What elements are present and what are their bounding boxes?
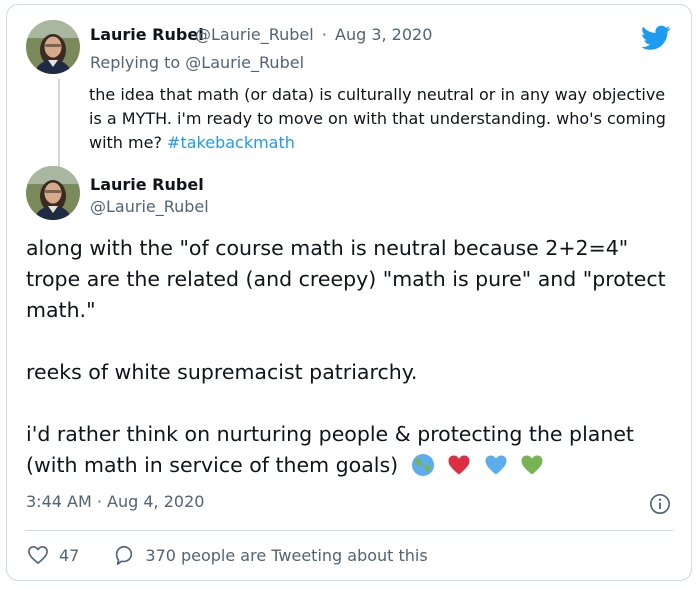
tweet-line [26,388,676,419]
quoted-author-name[interactable]: Laurie Rubel [90,25,204,44]
replying-to-handle[interactable]: @Laurie_Rubel [185,53,304,72]
author-handle[interactable]: @Laurie_Rubel [90,197,209,216]
quoted-author-meta: @Laurie_Rubel · Aug 3, 2020 [195,25,432,44]
avatar-photo [26,166,80,220]
tweet-actions: 47 370 people are Tweeting about this [27,544,428,566]
avatar-photo [26,20,80,74]
replying-to: Replying to @Laurie_Rubel [90,53,304,72]
tweet-line [26,326,676,357]
avatar[interactable] [26,166,80,220]
twitter-bird-icon[interactable] [641,25,671,51]
quoted-tweet-text: the idea that math (or data) is cultural… [89,83,679,155]
like-count: 47 [59,545,80,565]
speech-bubble-icon [116,545,133,565]
tweet-line: (with math in service of them goals) [26,453,399,477]
tweet-line-with-emojis: (with math in service of them goals) [26,450,676,481]
separator: · [321,25,327,44]
tweet-timestamp[interactable]: 3:44 AM · Aug 4, 2020 [26,492,204,511]
tweet-line: math." [26,298,96,322]
thread-connector-line [58,79,60,167]
divider [25,530,673,531]
tweet-line: reeks of white supremacist patriarchy. [26,360,418,384]
tweet-card: Laurie Rubel @Laurie_Rubel · Aug 3, 2020… [6,4,692,581]
tweet-line: i'd rather think on nurturing people & p… [26,422,634,446]
conversation-button[interactable]: 370 people are Tweeting about this [113,544,428,566]
info-icon[interactable] [649,493,671,515]
author-name[interactable]: Laurie Rubel [90,175,204,194]
heart-outline-icon [28,546,48,564]
replying-to-label: Replying to [90,53,181,72]
tweet-line: along with the "of course math is neutra… [26,236,629,260]
tweet-text: along with the "of course math is neutra… [26,233,676,481]
quoted-date[interactable]: Aug 3, 2020 [335,25,432,44]
red-heart-icon [448,455,470,475]
hashtag-link[interactable]: #takebackmath [167,133,295,152]
conversation-text: 370 people are Tweeting about this [145,545,428,565]
tweet-line: trope are the related (and creepy) "math… [26,267,666,291]
blue-heart-icon [485,455,507,475]
like-button[interactable]: 47 [27,545,79,565]
globe-icon [411,454,434,476]
quoted-author-handle[interactable]: @Laurie_Rubel [195,25,314,44]
green-heart-icon [521,455,543,475]
avatar[interactable] [26,20,80,74]
